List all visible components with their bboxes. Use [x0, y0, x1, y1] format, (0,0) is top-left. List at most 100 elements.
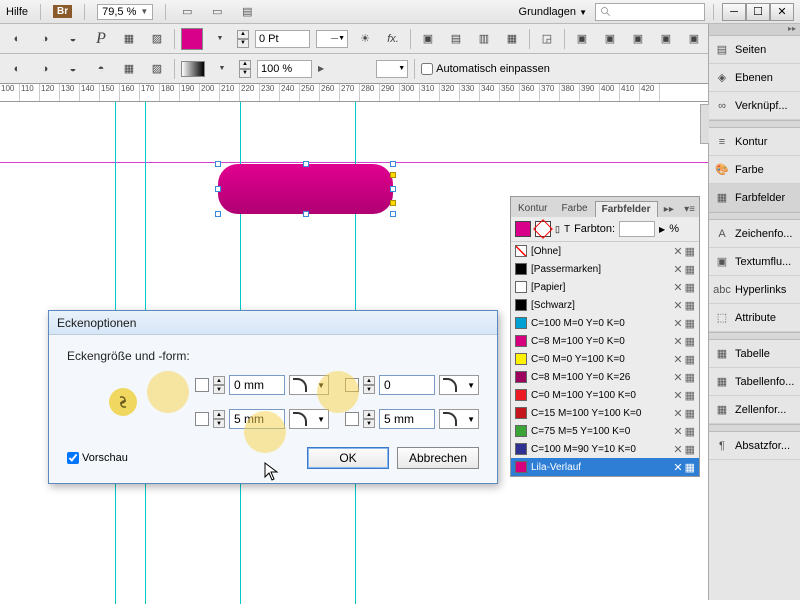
tool-6[interactable]: ▨ [146, 28, 168, 50]
tool-2[interactable]: ◑ [34, 28, 56, 50]
fit-5[interactable]: ▣ [683, 28, 705, 50]
corner-tr-value[interactable] [379, 375, 435, 395]
fill-dd[interactable]: ▼ [209, 28, 231, 50]
workspace-switcher[interactable]: Grundlagen ▼ [519, 6, 587, 18]
panel-attribute[interactable]: ⬚Attribute [709, 304, 800, 332]
panel-tabelle[interactable]: ▦Tabelle [709, 340, 800, 368]
tool-b5[interactable]: ▦ [118, 58, 140, 80]
tool-5[interactable]: ▦ [118, 28, 140, 50]
selected-rectangle[interactable] [218, 164, 393, 214]
tool-3[interactable]: ◒ [62, 28, 84, 50]
panel-zellenfor[interactable]: ▦Zellenfor... [709, 396, 800, 424]
tab-farbe[interactable]: Farbe [554, 200, 594, 217]
panel-tabellenfo[interactable]: ▦Tabellenfo... [709, 368, 800, 396]
search-input[interactable] [595, 3, 705, 21]
panel-menu-icon[interactable]: ▾≡ [680, 202, 699, 217]
screen-mode-icon[interactable]: ▭ [208, 3, 226, 21]
cancel-button[interactable]: Abbrechen [397, 447, 479, 469]
dock-header[interactable]: ▸▸ [709, 24, 800, 36]
panel-zeichenfo[interactable]: AZeichenfo... [709, 220, 800, 248]
wrap-1[interactable]: ▣ [417, 28, 439, 50]
panel-farbe[interactable]: 🎨Farbe [709, 156, 800, 184]
corner-br-value[interactable] [379, 409, 435, 429]
tool-b1[interactable]: ◐ [6, 58, 28, 80]
swatch-row[interactable]: C=100 M=90 Y=10 K=0✕▦ [511, 440, 699, 458]
panel-icon: ≡ [714, 134, 730, 150]
fill-color[interactable] [181, 28, 203, 50]
ok-button[interactable]: OK [307, 447, 389, 469]
paragraph-style-icon[interactable]: P [90, 28, 112, 50]
grad-dd[interactable]: ▼ [211, 58, 233, 80]
link-corners-button[interactable] [109, 388, 137, 416]
collapse-handle[interactable] [700, 104, 709, 144]
fit-4[interactable]: ▣ [655, 28, 677, 50]
tool-b2[interactable]: ◑ [34, 58, 56, 80]
panel-icon: 🎨 [714, 162, 730, 178]
opacity-field[interactable]: 100 % [257, 60, 312, 78]
window-maximize[interactable]: ☐ [746, 3, 770, 21]
wrap-3[interactable]: ▥ [473, 28, 495, 50]
swatch-row[interactable]: C=8 M=100 Y=0 K=26✕▦ [511, 368, 699, 386]
tab-farbfelder[interactable]: Farbfelder [595, 201, 658, 217]
window-minimize[interactable]: ─ [722, 3, 746, 21]
swatch-row[interactable]: Lila-Verlauf✕▦ [511, 458, 699, 476]
tool-b6[interactable]: ▨ [146, 58, 168, 80]
panel-icon: ▦ [714, 402, 730, 418]
swatch-row[interactable]: C=15 M=100 Y=100 K=0✕▦ [511, 404, 699, 422]
autofit-checkbox[interactable]: Automatisch einpassen [421, 63, 550, 75]
swatch-row[interactable]: [Ohne]✕▦ [511, 242, 699, 260]
panel-seiten[interactable]: ▤Seiten [709, 36, 800, 64]
panel-collapse-icon[interactable]: ▸▸ [660, 202, 678, 217]
corner-icon[interactable]: ◲ [536, 28, 558, 50]
swatch-row[interactable]: [Passermarken]✕▦ [511, 260, 699, 278]
stroke-proxy[interactable] [535, 221, 551, 237]
corner-tl-value[interactable] [229, 375, 285, 395]
swatch-row[interactable]: C=0 M=100 Y=100 K=0✕▦ [511, 386, 699, 404]
panel-textumflu[interactable]: ▣Textumflu... [709, 248, 800, 276]
fx-icon[interactable]: fx. [382, 28, 404, 50]
preview-checkbox[interactable]: Vorschau [67, 452, 128, 464]
effects-icon[interactable]: ☀ [354, 28, 376, 50]
zoom-dropdown[interactable]: 79,5 %▼ [97, 4, 153, 20]
swatch-row[interactable]: [Schwarz]✕▦ [511, 296, 699, 314]
panel-farbfelder[interactable]: ▦Farbfelder [709, 184, 800, 212]
tool-b4[interactable]: ◓ [90, 58, 112, 80]
wrap-4[interactable]: ▦ [501, 28, 523, 50]
swatches-tabs: Kontur Farbe Farbfelder ▸▸ ▾≡ [511, 197, 699, 217]
bridge-button[interactable]: Br [53, 5, 72, 18]
gradient-ramp[interactable] [181, 61, 205, 77]
corner-tl-shape[interactable]: ▼ [289, 375, 329, 395]
swatch-row[interactable]: C=0 M=0 Y=100 K=0✕▦ [511, 350, 699, 368]
arrange-icon[interactable]: ▤ [238, 3, 256, 21]
misc-dd[interactable]: ▼ [376, 60, 408, 78]
swatches-top: ▯ T Farbton: ▶ % [511, 217, 699, 242]
tab-kontur[interactable]: Kontur [511, 200, 554, 217]
fit-3[interactable]: ▣ [627, 28, 649, 50]
fit-1[interactable]: ▣ [571, 28, 593, 50]
panel-absatzfor[interactable]: ¶Absatzfor... [709, 432, 800, 460]
fill-proxy[interactable] [515, 221, 531, 237]
swatch-row[interactable]: C=100 M=0 Y=0 K=0✕▦ [511, 314, 699, 332]
menu-help[interactable]: Hilfe [6, 6, 28, 18]
panel-hyperlinks[interactable]: abcHyperlinks [709, 276, 800, 304]
corner-tr-shape[interactable]: ▼ [439, 375, 479, 395]
corner-bl-shape[interactable]: ▼ [289, 409, 329, 429]
fit-2[interactable]: ▣ [599, 28, 621, 50]
corner-br-shape[interactable]: ▼ [439, 409, 479, 429]
corner-bl-value[interactable] [229, 409, 285, 429]
swatch-row[interactable]: C=8 M=100 Y=0 K=0✕▦ [511, 332, 699, 350]
swatch-row[interactable]: C=75 M=5 Y=100 K=0✕▦ [511, 422, 699, 440]
panel-kontur[interactable]: ≡Kontur [709, 128, 800, 156]
swatch-row[interactable]: [Papier]✕▦ [511, 278, 699, 296]
window-close[interactable]: ✕ [770, 3, 794, 21]
tool-b3[interactable]: ◒ [62, 58, 84, 80]
tool-1[interactable]: ◐ [6, 28, 28, 50]
corner-options-dialog: Eckenoptionen Eckengröße und -form: ▲▼ ▼… [48, 310, 498, 484]
panel-verknüpf[interactable]: ∞Verknüpf... [709, 92, 800, 120]
stroke-style-dd[interactable]: —▼ [316, 30, 348, 48]
stroke-weight-field[interactable]: 0 Pt [255, 30, 310, 48]
panel-ebenen[interactable]: ◈Ebenen [709, 64, 800, 92]
wrap-2[interactable]: ▤ [445, 28, 467, 50]
view-options-icon[interactable]: ▭ [178, 3, 196, 21]
tint-field[interactable] [619, 221, 655, 237]
